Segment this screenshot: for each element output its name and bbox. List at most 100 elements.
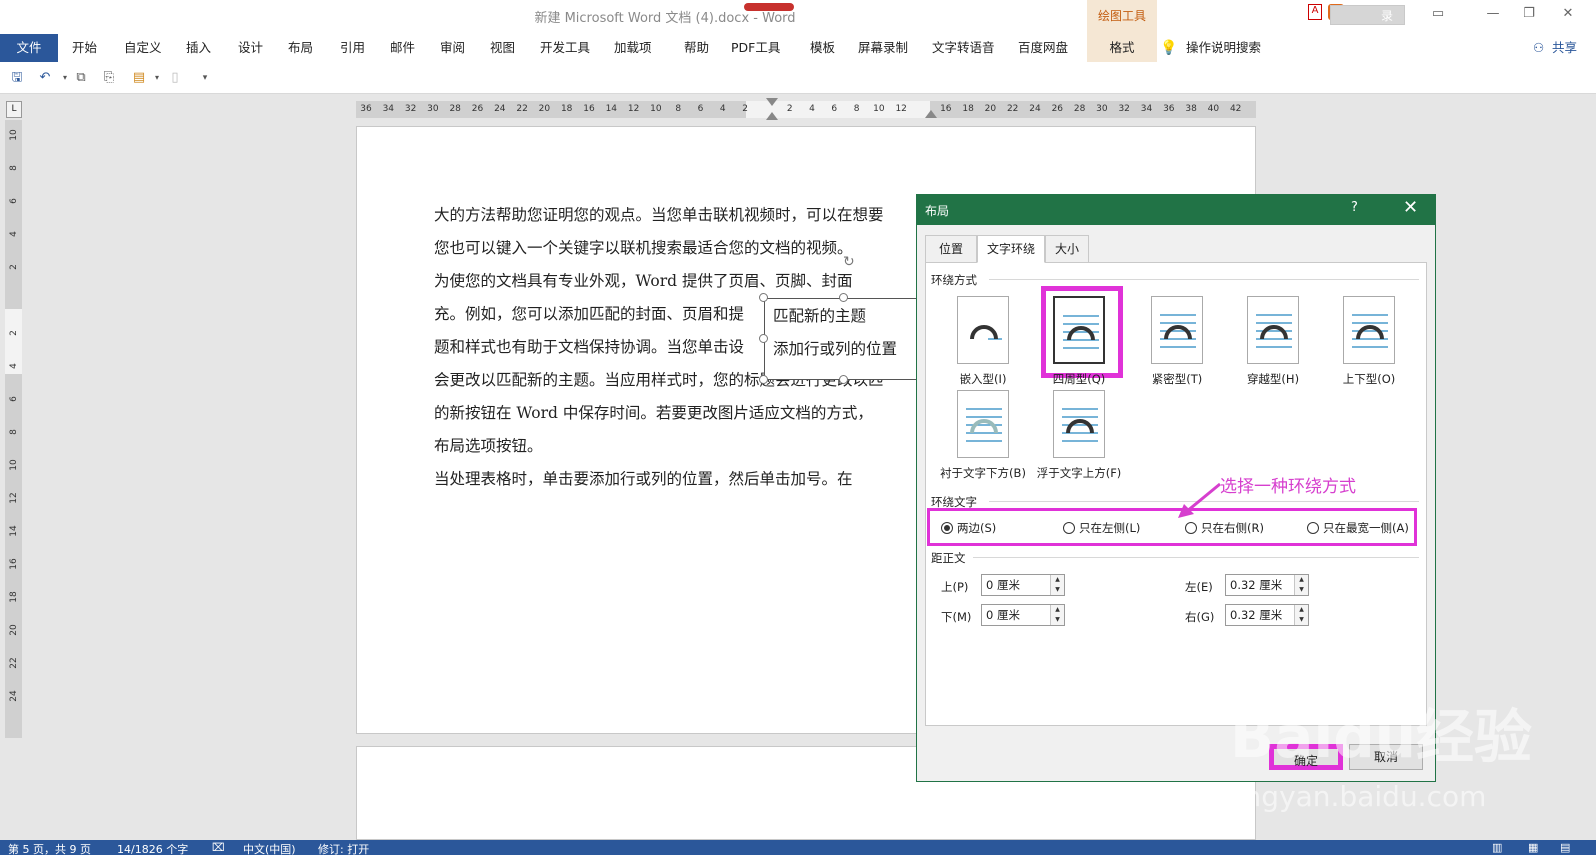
ribbon-tab[interactable]: 加载项 [614,34,652,62]
right-distance-value: 0.32 厘米 [1230,608,1283,622]
language-indicator[interactable]: 中文(中国) [243,841,296,855]
help-icon[interactable]: ? [1351,200,1367,215]
wrap-style-option[interactable] [1151,296,1203,364]
ribbon-tab[interactable]: 设计 [238,34,263,62]
ribbon-tab[interactable]: 自定义 [124,34,162,62]
first-line-indent-marker[interactable] [766,98,778,106]
save-icon[interactable]: 🖫 [8,70,26,86]
pdf-addin-icon[interactable]: A [1308,4,1322,20]
comment-icon[interactable]: ⎘ [100,70,118,86]
ribbon-tab[interactable]: 邮件 [390,34,415,62]
ribbon-tab[interactable]: 百度网盘 [1018,34,1068,62]
person-icon[interactable]: ⚇ [1533,34,1544,62]
tell-me-search[interactable]: 操作说明搜索 [1186,34,1261,62]
ruler-tick-label: 16 [583,104,595,114]
wrap-text-radio[interactable] [1307,522,1319,534]
vertical-ruler-tick-label: 10 [9,459,19,471]
ruler-tick-label: 34 [382,104,395,114]
tab-position[interactable]: 位置 [925,235,977,263]
screenshot-icon[interactable]: ⧉ [72,70,90,86]
tab-text-wrapping[interactable]: 文字环绕 [977,235,1045,263]
resize-handle[interactable] [759,293,768,302]
bottom-distance-label: 下(M) [941,610,972,624]
paste-icon[interactable]: ▤ [130,70,148,86]
paste-dropdown-icon[interactable]: ▾ [148,70,166,86]
bottom-distance-spinner[interactable]: 0 厘米 ▲ ▼ [981,604,1065,626]
autosave-indicator [744,3,794,11]
wrap-style-option[interactable] [1343,296,1395,364]
ruler-tick-label: 2 [786,104,793,114]
tab-format[interactable]: 格式 [1087,34,1157,62]
ribbon-tab[interactable]: PDF工具 [731,34,780,62]
read-mode-icon[interactable]: ▥ [1492,841,1502,854]
vertical-ruler-tick-label: 14 [9,525,19,537]
rotate-handle-icon[interactable]: ↻ [843,254,859,270]
resize-handle[interactable] [759,375,768,384]
proofing-icon[interactable]: ⌧ [212,841,225,854]
undo-icon[interactable]: ↶ [36,70,54,86]
ribbon-tab[interactable]: 引用 [340,34,365,62]
web-layout-icon[interactable]: ▤ [1560,841,1570,854]
document-line: 大的方法帮助您证明您的观点。当您单击联机视频时，可以在想要 [434,206,884,224]
left-indent-marker[interactable] [766,112,778,120]
dialog-title-bar[interactable]: 布局 ? ✕ [917,195,1435,225]
status-bar [0,840,1596,855]
ribbon-tab[interactable]: 视图 [490,34,515,62]
wrap-text-radio[interactable] [1185,522,1197,534]
lightbulb-icon[interactable]: 💡 [1160,34,1177,62]
top-distance-spinner[interactable]: 0 厘米 ▲ ▼ [981,574,1065,596]
customize-qat-icon[interactable]: ▾ [196,70,214,86]
ruler-tick-label: 12 [627,104,640,114]
ribbon-tab[interactable]: 布局 [288,34,313,62]
tab-file[interactable]: 文件 [0,34,58,62]
ruler-tick-label: 24 [1029,104,1041,114]
ribbon-tab[interactable]: 开发工具 [540,34,590,62]
new-document-icon[interactable]: ▯ [166,70,184,86]
share-button[interactable]: 共享 [1552,34,1577,62]
tab-selector[interactable]: L [6,101,22,118]
wrap-style-label: 嵌入型(I) [959,372,1007,386]
wrap-style-option[interactable] [957,390,1009,458]
spinner-arrows-icon[interactable]: ▲ ▼ [1294,605,1308,625]
ruler-tick-label: 8 [853,104,860,114]
wrap-style-option[interactable] [1053,296,1105,364]
resize-handle[interactable] [759,334,768,343]
left-distance-spinner[interactable]: 0.32 厘米 ▲ ▼ [1225,574,1309,596]
resize-handle[interactable] [839,293,848,302]
ruler-tick-label: 10 [650,104,662,114]
word-count[interactable]: 14/1826 个字 [117,841,188,855]
text-box-shape[interactable]: 匹配新的主题 添加行或列的位置 [764,298,924,380]
close-icon[interactable]: ✕ [1555,6,1581,24]
spinner-arrows-icon[interactable]: ▲ ▼ [1294,575,1308,595]
resize-handle[interactable] [839,375,848,384]
right-indent-marker[interactable] [925,110,937,118]
ribbon-tab[interactable]: 插入 [186,34,211,62]
wrap-text-radio[interactable] [941,522,953,534]
dialog-close-icon[interactable]: ✕ [1403,197,1423,218]
wrap-style-option[interactable] [1247,296,1299,364]
ribbon-tab[interactable]: 模板 [810,34,835,62]
ribbon-tab[interactable]: 文字转语音 [932,34,995,62]
ruler-tick-label: 30 [1096,104,1108,114]
wrap-style-option[interactable] [1053,390,1105,458]
tab-size[interactable]: 大小 [1045,235,1089,263]
restore-icon[interactable]: ▭ [1425,6,1451,24]
ribbon-tab[interactable]: 屏幕录制 [858,34,908,62]
in-front-text-icon [1062,408,1098,442]
wrap-text-radio[interactable] [1063,522,1075,534]
document-line: 您也可以键入一个关键字以联机搜索最适合您的文档的视频。 [434,239,853,257]
right-distance-spinner[interactable]: 0.32 厘米 ▲ ▼ [1225,604,1309,626]
ribbon-tab[interactable]: 开始 [72,34,97,62]
ribbon-tab[interactable]: 审阅 [440,34,465,62]
minimize-icon[interactable]: — [1480,6,1506,24]
page-count[interactable]: 第 5 页，共 9 页 [8,841,91,855]
wrap-text-option-label: 只在最宽一侧(A) [1323,521,1409,535]
spinner-arrows-icon[interactable]: ▲ ▼ [1050,575,1064,595]
wrap-style-option[interactable] [957,296,1009,364]
maximize-icon[interactable]: ❐ [1516,6,1542,24]
track-changes-status[interactable]: 修订: 打开 [318,841,369,855]
ribbon-tab[interactable]: 帮助 [684,34,709,62]
spinner-arrows-icon[interactable]: ▲ ▼ [1050,605,1064,625]
print-layout-icon[interactable]: ▦ [1528,841,1538,854]
login-button[interactable]: 录 [1330,5,1405,25]
